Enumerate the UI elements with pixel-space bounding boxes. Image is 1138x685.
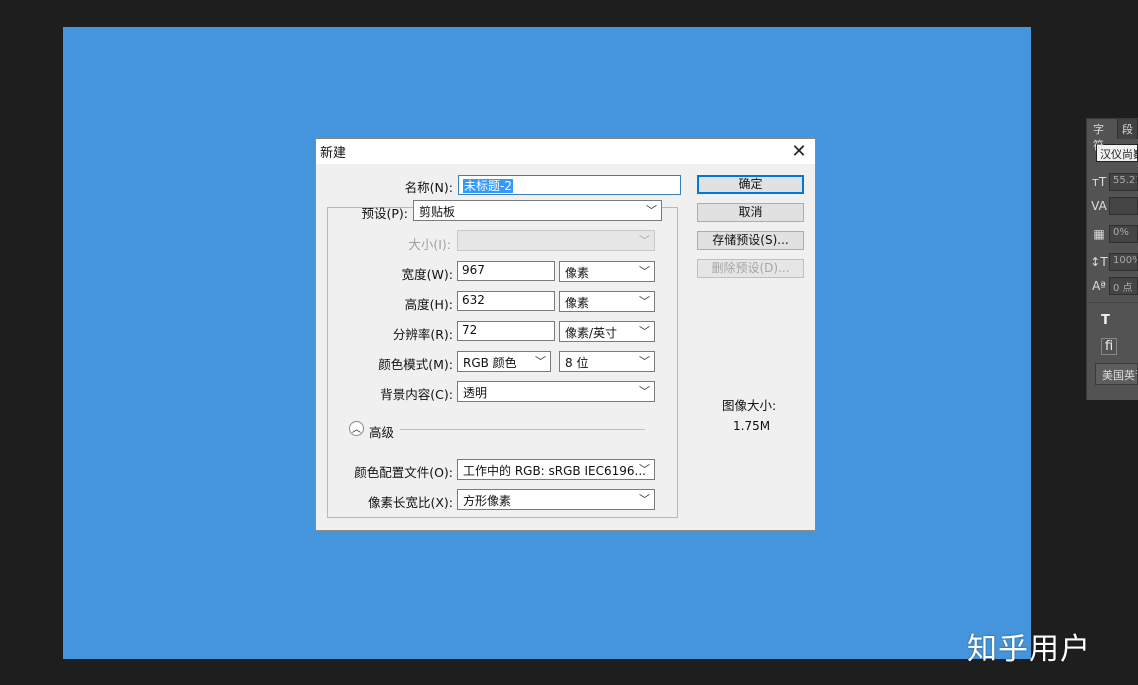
image-size-label: 图像大小: [722,398,777,413]
character-panel: 字符 段 汉仪尚巍 тT 55.21 VA ▦ 0% ↕T 100% Aª 0 … [1086,118,1138,400]
baseline-shift-icon: Aª [1092,279,1106,293]
chevron-down-icon: ﹀ [639,493,650,506]
tab-paragraph[interactable]: 段 [1118,119,1138,139]
width-label: 宽度(W): [401,267,453,282]
height-unit-select[interactable]: 像素 ﹀ [559,291,655,312]
save-preset-button[interactable]: 存储预设(S)... [697,231,804,250]
resolution-input[interactable]: 72 [457,321,555,341]
kerning-icon: VA [1091,199,1107,213]
preset-select-value: 剪贴板 [419,205,456,219]
chevron-down-icon: ﹀ [639,463,650,476]
kerning-field[interactable] [1109,197,1138,215]
divider [1087,302,1138,303]
advanced-label: 高级 [369,425,395,440]
delete-preset-button: 删除预设(D)... [697,259,804,278]
chevron-down-icon: ﹀ [639,295,650,308]
character-panel-tabs: 字符 段 [1087,119,1138,152]
height-label: 高度(H): [404,297,453,312]
ligature-button[interactable]: fi [1101,337,1118,355]
color-profile-value: 工作中的 RGB: sRGB IEC6196... [463,464,646,478]
color-profile-select[interactable]: 工作中的 RGB: sRGB IEC6196... ﹀ [457,459,655,480]
bit-depth-value: 8 位 [565,356,589,370]
cancel-button[interactable]: 取消 [697,203,804,222]
color-mode-value: RGB 颜色 [463,356,517,370]
chevron-down-icon: ﹀ [639,385,650,398]
chevron-down-icon: ﹀ [639,325,650,338]
name-input-value: 未标题-2 [463,179,513,193]
width-unit-value: 像素 [565,266,590,280]
resolution-unit-select[interactable]: 像素/英寸 ﹀ [559,321,655,342]
font-family-select[interactable]: 汉仪尚巍 [1096,144,1138,162]
vertical-scale-icon: ↕T [1090,255,1108,269]
advanced-toggle-icon[interactable]: ︿ [349,421,364,436]
chevron-down-icon: ﹀ [639,234,650,247]
dialog-title: 新建 [320,146,347,161]
color-profile-label: 颜色配置文件(O): [354,465,453,480]
close-icon[interactable]: ✕ [787,141,811,163]
chevron-down-icon: ﹀ [639,355,650,368]
background-value: 透明 [463,386,488,400]
width-unit-select[interactable]: 像素 ﹀ [559,261,655,282]
resolution-unit-value: 像素/英寸 [565,326,618,340]
preset-label: 预设(P): [361,206,408,221]
language-select[interactable]: 美国英语 [1095,363,1138,385]
ok-button[interactable]: 确定 [697,175,804,194]
advanced-divider [400,429,645,430]
tracking-icon: ▦ [1093,227,1105,241]
pixel-aspect-value: 方形像素 [463,494,512,508]
background-select[interactable]: 透明 ﹀ [457,381,655,402]
height-unit-value: 像素 [565,296,590,310]
color-mode-select[interactable]: RGB 颜色 ﹀ [457,351,551,372]
resolution-label: 分辨率(R): [392,327,453,342]
bit-depth-select[interactable]: 8 位 ﹀ [559,351,655,372]
dialog-titlebar: 新建 ✕ [316,139,815,164]
size-select: ﹀ [457,230,655,251]
image-size-value: 1.75M [733,419,771,433]
new-document-dialog: 新建 ✕ 名称(N): 未标题-2 预设(P): 剪贴板 ﹀ 大小(I): ﹀ … [315,138,816,531]
name-label: 名称(N): [404,180,453,195]
chevron-down-icon: ﹀ [639,265,650,278]
watermark-text: 知乎用户 [967,632,1091,667]
tab-character[interactable]: 字符 [1087,119,1118,152]
tracking-field[interactable]: 0% [1109,225,1138,243]
color-mode-label: 颜色模式(M): [378,357,453,372]
faux-bold-button[interactable]: T [1101,313,1110,328]
font-size-icon: тT [1091,175,1107,189]
pixel-aspect-label: 像素长宽比(X): [367,495,453,510]
preset-select[interactable]: 剪贴板 ﹀ [413,200,662,221]
baseline-shift-field[interactable]: 0 点 [1109,277,1138,295]
chevron-down-icon: ﹀ [646,204,657,217]
font-size-field[interactable]: 55.21 [1109,173,1138,191]
vertical-scale-field[interactable]: 100% [1109,253,1138,271]
height-input[interactable]: 632 [457,291,555,311]
background-label: 背景内容(C): [380,387,453,402]
chevron-down-icon: ﹀ [535,355,546,368]
pixel-aspect-select[interactable]: 方形像素 ﹀ [457,489,655,510]
size-label: 大小(I): [408,237,451,252]
name-input[interactable]: 未标题-2 [458,175,681,195]
width-input[interactable]: 967 [457,261,555,281]
